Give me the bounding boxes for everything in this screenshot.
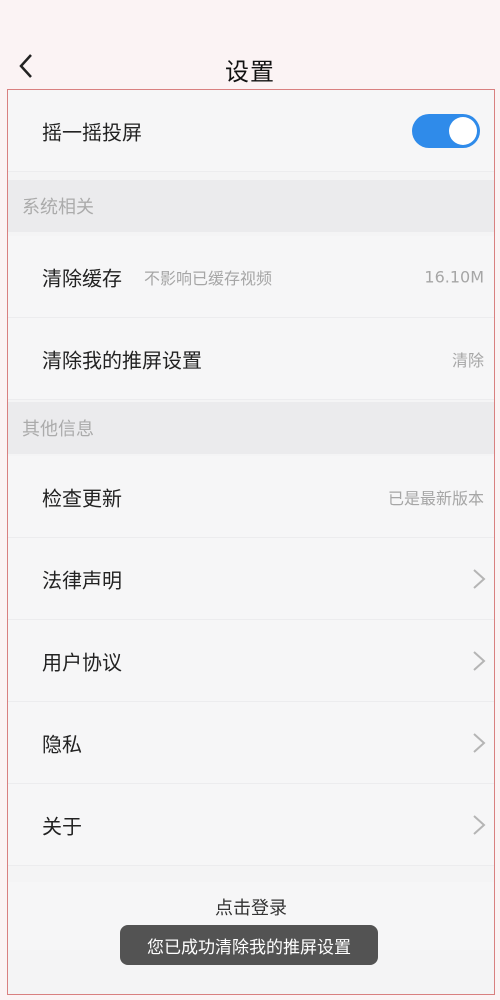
clear-cache-note: 不影响已缓存视频 bbox=[144, 268, 273, 288]
chevron-right-icon bbox=[473, 732, 486, 753]
section-system-label: 系统相关 bbox=[22, 197, 94, 218]
clear-cache-row[interactable]: 清除缓存 不影响已缓存视频 16.10M bbox=[8, 236, 494, 318]
settings-list: 摇一摇投屏 系统相关 清除缓存 不影响已缓存视频 16.10M 清除我的推屏设置… bbox=[7, 89, 495, 995]
clear-screen-settings-label: 清除我的推屏设置 bbox=[42, 348, 202, 372]
toggle-knob bbox=[449, 116, 477, 145]
legal-label: 法律声明 bbox=[42, 568, 122, 592]
login-label: 点击登录 bbox=[215, 898, 287, 919]
toast-message: 您已成功清除我的推屏设置 bbox=[120, 925, 378, 965]
chevron-right-icon bbox=[473, 568, 486, 589]
privacy-label: 隐私 bbox=[42, 732, 82, 756]
shake-cast-row: 摇一摇投屏 bbox=[8, 90, 494, 172]
clear-button[interactable]: 清除 bbox=[452, 347, 484, 371]
clear-cache-label: 清除缓存 bbox=[42, 266, 122, 290]
shake-cast-toggle[interactable] bbox=[412, 113, 480, 148]
clear-screen-settings-row: 清除我的推屏设置 清除 bbox=[8, 318, 494, 400]
check-update-label: 检查更新 bbox=[42, 486, 122, 510]
section-other: 其他信息 bbox=[8, 402, 494, 454]
toast-text: 您已成功清除我的推屏设置 bbox=[147, 937, 351, 958]
about-label: 关于 bbox=[42, 814, 82, 838]
section-other-label: 其他信息 bbox=[22, 419, 94, 440]
update-status: 已是最新版本 bbox=[387, 488, 484, 508]
chevron-right-icon bbox=[473, 650, 486, 671]
legal-row[interactable]: 法律声明 bbox=[8, 538, 494, 620]
check-update-row[interactable]: 检查更新 已是最新版本 bbox=[8, 456, 494, 538]
page-title: 设置 bbox=[225, 58, 275, 86]
section-system: 系统相关 bbox=[8, 180, 494, 232]
shake-cast-label: 摇一摇投屏 bbox=[42, 120, 142, 144]
cache-size-value: 16.10M bbox=[424, 267, 484, 286]
agreement-label: 用户协议 bbox=[42, 650, 122, 674]
agreement-row[interactable]: 用户协议 bbox=[8, 620, 494, 702]
privacy-row[interactable]: 隐私 bbox=[8, 702, 494, 784]
about-row[interactable]: 关于 bbox=[8, 784, 494, 866]
header-bar: 设置 bbox=[0, 40, 500, 92]
chevron-right-icon bbox=[473, 814, 486, 835]
